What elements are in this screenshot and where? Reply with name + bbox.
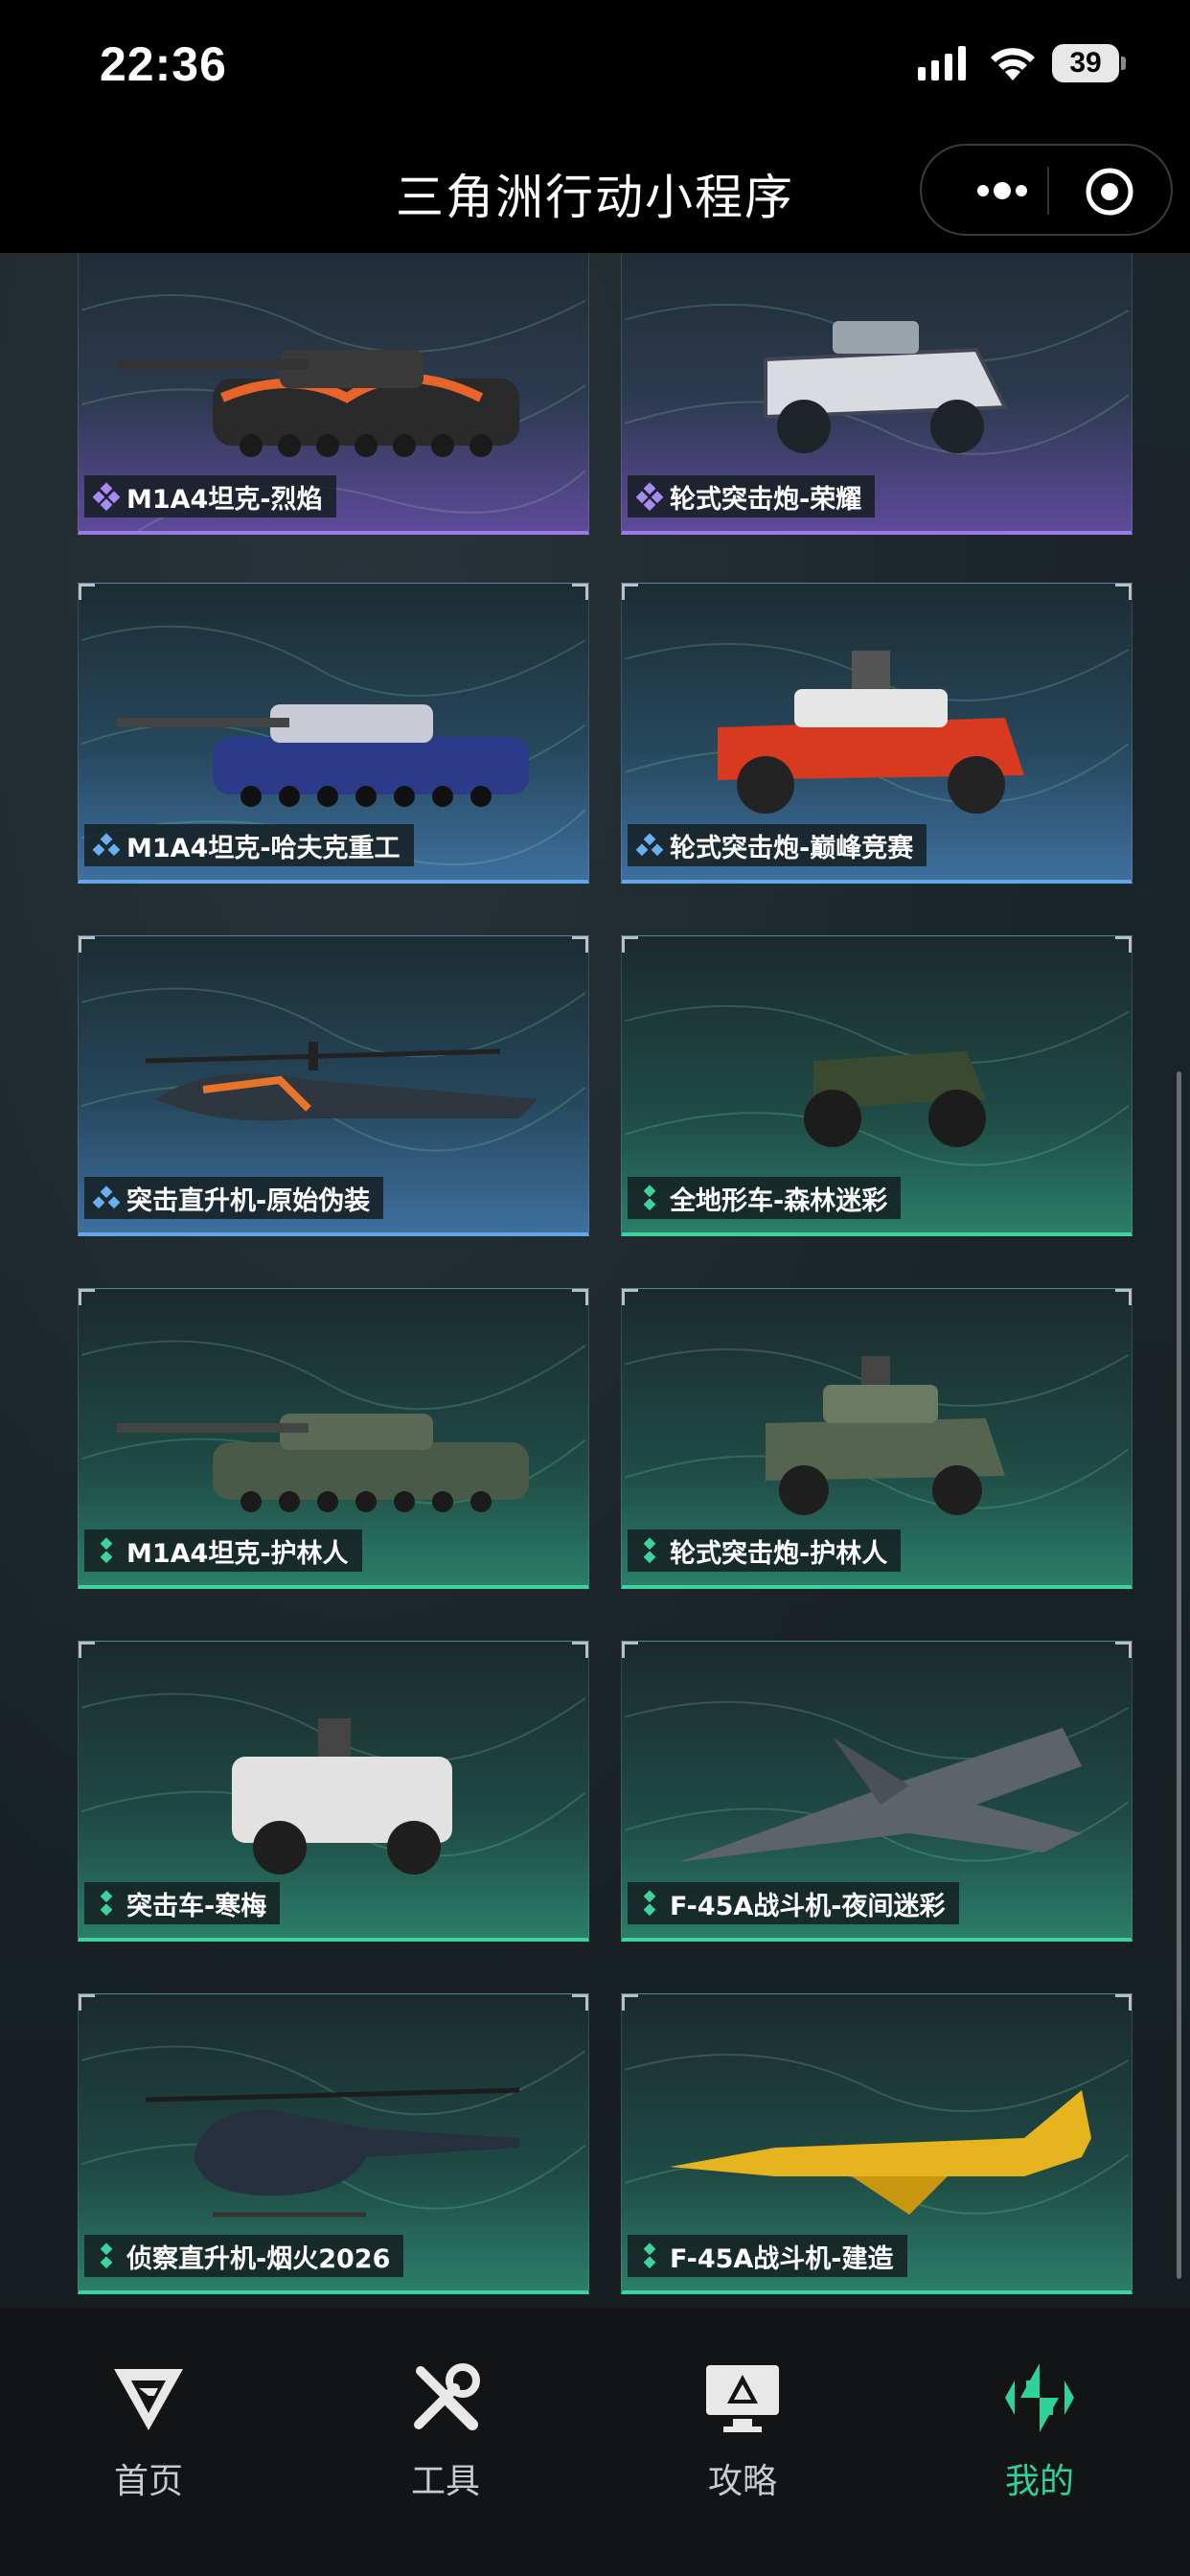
armored-car-red-image <box>718 651 1024 814</box>
vehicle-label: F-45A战斗机-夜间迷彩 <box>628 1882 959 1924</box>
rare-rarity-icon <box>92 1185 121 1209</box>
tab-profile[interactable]: 我的 <box>891 2308 1188 2501</box>
vehicle-label: 轮式突击炮-巅峰竞赛 <box>628 824 927 866</box>
mini-program-nav-bar: 三角洲行动小程序 <box>0 134 1190 253</box>
vehicle-card[interactable]: 侦察直升机-烟火2026 <box>78 1993 589 2294</box>
battery-icon: 39 <box>1052 44 1127 82</box>
tab-tools[interactable]: 工具 <box>297 2308 594 2501</box>
tank-camo-image <box>117 1414 529 1512</box>
vehicle-label: 轮式突击炮-荣耀 <box>628 475 876 518</box>
vehicle-label: 侦察直升机-烟火2026 <box>84 2235 404 2277</box>
epic-rarity-icon <box>635 482 664 511</box>
attack-helicopter-image <box>145 1042 538 1121</box>
armored-car-white-image <box>764 321 1009 453</box>
uncommon-rarity-icon <box>100 2242 113 2269</box>
atv-image <box>804 1051 986 1147</box>
rare-rarity-icon <box>92 833 121 857</box>
vehicle-card[interactable]: 突击直升机-原始伪装 <box>78 935 589 1236</box>
assault-vehicle-image <box>232 1718 452 1874</box>
scout-helicopter-image <box>145 2087 520 2218</box>
vehicle-card[interactable]: M1A4坦克-哈夫克重工 <box>78 583 589 884</box>
tab-guide[interactable]: 攻略 <box>594 2308 891 2501</box>
profile-logo-icon <box>1005 2363 1074 2432</box>
armored-car-camo-image <box>766 1356 1005 1515</box>
fighter-jet-yellow-image <box>670 2090 1091 2215</box>
vehicle-label: M1A4坦克-烈焰 <box>84 475 336 518</box>
vehicle-label: F-45A战斗机-建造 <box>628 2235 907 2277</box>
more-options-icon[interactable] <box>954 169 1058 213</box>
guide-monitor-icon <box>706 2365 779 2432</box>
vehicle-card[interactable]: 全地形车-森林迷彩 <box>621 935 1133 1236</box>
vehicle-label: 轮式突击炮-护林人 <box>628 1530 902 1572</box>
vehicle-label: 全地形车-森林迷彩 <box>628 1177 902 1219</box>
vehicle-label: M1A4坦克-哈夫克重工 <box>84 824 414 866</box>
epic-rarity-icon <box>92 482 121 511</box>
vehicle-card[interactable]: F-45A战斗机-夜间迷彩 <box>621 1641 1133 1942</box>
vehicle-card[interactable]: F-45A战斗机-建造 <box>621 1993 1133 2294</box>
vehicle-card[interactable]: 轮式突击炮-荣耀 <box>621 253 1133 535</box>
close-mini-program-icon[interactable] <box>1083 165 1136 218</box>
rare-rarity-icon <box>635 833 664 857</box>
cellular-signal-icon <box>918 46 966 80</box>
vehicle-card[interactable]: 突击车-寒梅 <box>78 1641 589 1942</box>
uncommon-rarity-icon <box>100 1537 113 1564</box>
tools-icon <box>414 2363 480 2430</box>
uncommon-rarity-icon <box>643 1537 656 1564</box>
uncommon-rarity-icon <box>643 1184 656 1211</box>
scrollbar[interactable] <box>1177 1071 1181 2279</box>
tank-blue-image <box>117 704 529 807</box>
vehicle-card[interactable]: M1A4坦克-护林人 <box>78 1288 589 1589</box>
vehicle-label: M1A4坦克-护林人 <box>84 1530 362 1572</box>
wifi-icon <box>991 48 1035 80</box>
uncommon-rarity-icon <box>100 1890 113 1917</box>
status-bar: 22:36 39 <box>0 0 1190 134</box>
vehicle-card[interactable]: 轮式突击炮-巅峰竞赛 <box>621 583 1133 884</box>
capsule-divider <box>1047 167 1049 215</box>
status-time: 22:36 <box>100 37 227 91</box>
bottom-tab-bar: 首页 工具 攻略 我的 <box>0 2308 1190 2576</box>
battery-level: 39 <box>1052 44 1119 82</box>
tab-home[interactable]: 首页 <box>0 2308 297 2501</box>
vehicle-card[interactable]: 轮式突击炮-护林人 <box>621 1288 1133 1589</box>
vehicle-skin-grid[interactable]: M1A4坦克-烈焰 轮式突击炮-荣耀 M1A4坦克-哈夫克重工 轮式突击炮-巅峰… <box>0 253 1190 2308</box>
vehicle-label: 突击车-寒梅 <box>84 1882 281 1924</box>
home-logo-icon <box>114 2369 183 2430</box>
uncommon-rarity-icon <box>643 2242 656 2269</box>
vehicle-card[interactable]: M1A4坦克-烈焰 <box>78 253 589 535</box>
fighter-jet-camo-image <box>679 1728 1082 1862</box>
uncommon-rarity-icon <box>643 1890 656 1917</box>
tank-flame-image <box>117 350 519 457</box>
vehicle-label: 突击直升机-原始伪装 <box>84 1177 384 1219</box>
capsule-menu <box>920 144 1173 236</box>
